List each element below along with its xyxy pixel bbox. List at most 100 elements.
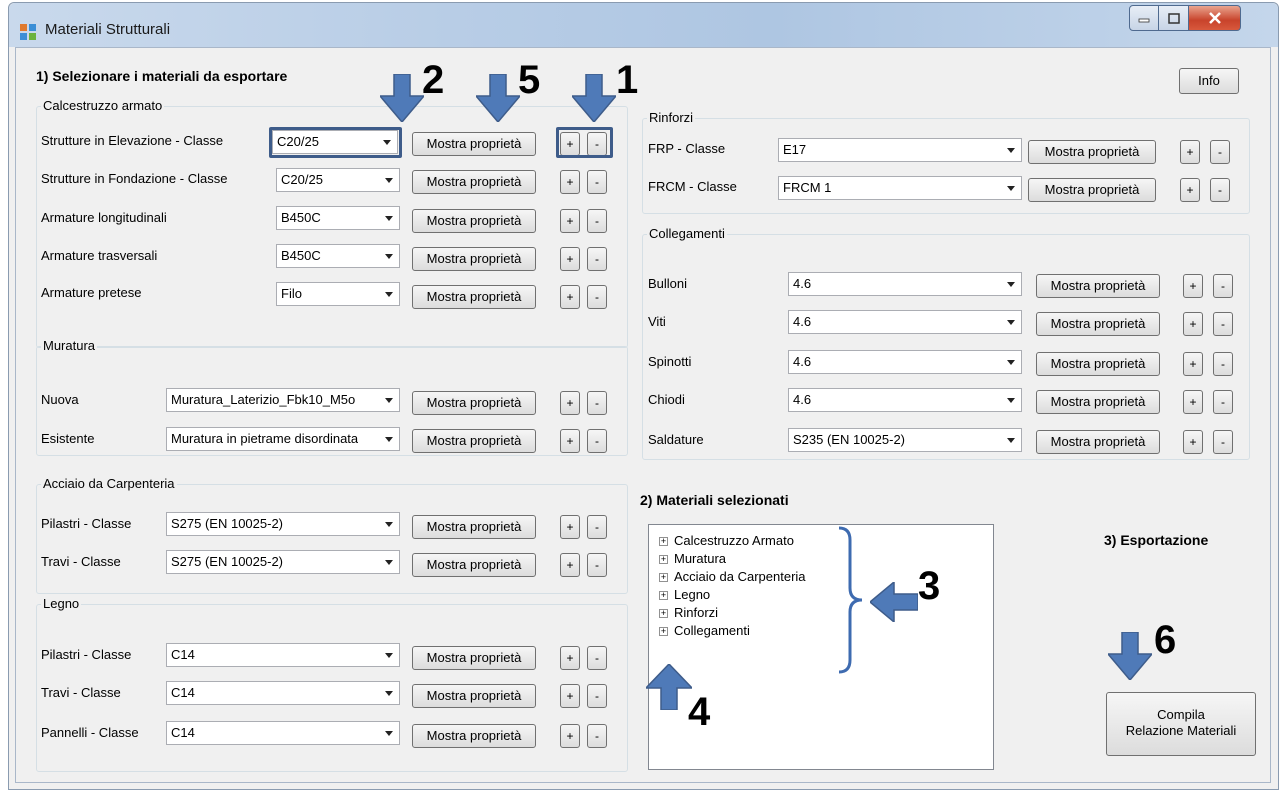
combo-legno-travi[interactable]: C14 — [166, 681, 400, 705]
add-button[interactable]: + — [560, 209, 580, 233]
combo-chiodi[interactable]: 4.6 — [788, 388, 1022, 412]
row-label: Armature trasversali — [41, 248, 158, 263]
add-button[interactable]: + — [1183, 274, 1203, 298]
add-button[interactable]: + — [560, 515, 580, 539]
combo-acciaio-travi[interactable]: S275 (EN 10025-2) — [166, 550, 400, 574]
show-properties-button[interactable]: Mostra proprietà — [412, 646, 536, 670]
combo-acciaio-pilastri[interactable]: S275 (EN 10025-2) — [166, 512, 400, 536]
expand-icon[interactable]: + — [659, 591, 668, 601]
show-properties-button[interactable]: Mostra proprietà — [1028, 178, 1156, 202]
remove-button[interactable]: - — [587, 646, 607, 670]
show-properties-button[interactable]: Mostra proprietà — [412, 391, 536, 415]
combo-muratura-esistente[interactable]: Muratura in pietrame disordinata — [166, 427, 400, 451]
remove-button[interactable]: - — [587, 515, 607, 539]
tree-node[interactable]: + Acciaio da Carpenteria — [659, 569, 806, 584]
remove-button[interactable]: - — [587, 170, 607, 194]
expand-icon[interactable]: + — [659, 537, 668, 547]
combo-frcm[interactable]: FRCM 1 — [778, 176, 1022, 200]
expand-icon[interactable]: + — [659, 573, 668, 583]
combo-arm-pretese[interactable]: Filo — [276, 282, 400, 306]
group-muratura-label: Muratura — [41, 338, 98, 354]
annotation-arrow-down-icon — [380, 74, 424, 122]
add-button[interactable]: + — [1183, 390, 1203, 414]
tree-node[interactable]: + Rinforzi — [659, 605, 718, 620]
add-button[interactable]: + — [560, 285, 580, 309]
expand-icon[interactable]: + — [659, 627, 668, 637]
tree-node[interactable]: + Legno — [659, 587, 710, 602]
remove-button[interactable]: - — [587, 724, 607, 748]
expand-icon[interactable]: + — [659, 555, 668, 565]
show-properties-button[interactable]: Mostra proprietà — [1028, 140, 1156, 164]
close-button[interactable] — [1189, 5, 1241, 31]
remove-button[interactable]: - — [1213, 312, 1233, 336]
tree-node[interactable]: + Muratura — [659, 551, 726, 566]
show-properties-button[interactable]: Mostra proprietà — [1036, 274, 1160, 298]
combo-viti[interactable]: 4.6 — [788, 310, 1022, 334]
remove-button[interactable]: - — [587, 209, 607, 233]
remove-button[interactable]: - — [1213, 274, 1233, 298]
show-properties-button[interactable]: Mostra proprietà — [1036, 352, 1160, 376]
remove-button[interactable]: - — [587, 285, 607, 309]
add-button[interactable]: + — [560, 429, 580, 453]
add-button[interactable]: + — [560, 391, 580, 415]
remove-button[interactable]: - — [1210, 178, 1230, 202]
combo-spinotti[interactable]: 4.6 — [788, 350, 1022, 374]
title-bar[interactable]: Materiali Strutturali — [9, 3, 1278, 47]
show-properties-button[interactable]: Mostra proprietà — [412, 429, 536, 453]
tree-node[interactable]: + Collegamenti — [659, 623, 750, 638]
compile-report-button[interactable]: Compila Relazione Materiali — [1106, 692, 1256, 756]
add-button[interactable]: + — [560, 247, 580, 271]
remove-button[interactable]: - — [1213, 390, 1233, 414]
show-properties-button[interactable]: Mostra proprietà — [412, 209, 536, 233]
combo-fondazione[interactable]: C20/25 — [276, 168, 400, 192]
show-properties-button[interactable]: Mostra proprietà — [412, 553, 536, 577]
show-properties-button[interactable]: Mostra proprietà — [412, 515, 536, 539]
show-properties-button[interactable]: Mostra proprietà — [1036, 430, 1160, 454]
remove-button[interactable]: - — [587, 684, 607, 708]
group-legno-label: Legno — [41, 596, 82, 612]
add-button[interactable]: + — [560, 646, 580, 670]
tree-node[interactable]: + Calcestruzzo Armato — [659, 533, 794, 548]
combo-legno-pannelli[interactable]: C14 — [166, 721, 400, 745]
expand-icon[interactable]: + — [659, 609, 668, 619]
info-button[interactable]: Info — [1179, 68, 1239, 94]
annotation-number: 2 — [422, 58, 445, 102]
show-properties-button[interactable]: Mostra proprietà — [412, 247, 536, 271]
show-properties-button[interactable]: Mostra proprietà — [412, 724, 536, 748]
combo-frp[interactable]: E17 — [778, 138, 1022, 162]
show-properties-button[interactable]: Mostra proprietà — [1036, 312, 1160, 336]
show-properties-button[interactable]: Mostra proprietà — [412, 132, 536, 156]
add-button[interactable]: + — [1183, 312, 1203, 336]
minimize-button[interactable] — [1129, 5, 1159, 31]
show-properties-button[interactable]: Mostra proprietà — [1036, 390, 1160, 414]
window-title: Materiali Strutturali — [45, 21, 171, 38]
remove-button[interactable]: - — [587, 391, 607, 415]
annotation-highlight-combo — [269, 127, 402, 158]
maximize-button[interactable] — [1159, 5, 1189, 31]
combo-arm-trasv[interactable]: B450C — [276, 244, 400, 268]
combo-bulloni[interactable]: 4.6 — [788, 272, 1022, 296]
add-button[interactable]: + — [1183, 430, 1203, 454]
remove-button[interactable]: - — [587, 553, 607, 577]
add-button[interactable]: + — [560, 170, 580, 194]
add-button[interactable]: + — [1180, 178, 1200, 202]
show-properties-button[interactable]: Mostra proprietà — [412, 170, 536, 194]
chevron-down-icon — [385, 560, 393, 565]
combo-legno-pilastri[interactable]: C14 — [166, 643, 400, 667]
group-acciaio: Acciaio da Carpenteria — [36, 476, 628, 594]
combo-muratura-nuova[interactable]: Muratura_Laterizio_Fbk10_M5o — [166, 388, 400, 412]
remove-button[interactable]: - — [1210, 140, 1230, 164]
show-properties-button[interactable]: Mostra proprietà — [412, 285, 536, 309]
add-button[interactable]: + — [1183, 352, 1203, 376]
show-properties-button[interactable]: Mostra proprietà — [412, 684, 536, 708]
add-button[interactable]: + — [560, 553, 580, 577]
remove-button[interactable]: - — [587, 247, 607, 271]
add-button[interactable]: + — [560, 684, 580, 708]
remove-button[interactable]: - — [587, 429, 607, 453]
combo-arm-long[interactable]: B450C — [276, 206, 400, 230]
remove-button[interactable]: - — [1213, 352, 1233, 376]
remove-button[interactable]: - — [1213, 430, 1233, 454]
add-button[interactable]: + — [1180, 140, 1200, 164]
combo-saldature[interactable]: S235 (EN 10025-2) — [788, 428, 1022, 452]
add-button[interactable]: + — [560, 724, 580, 748]
